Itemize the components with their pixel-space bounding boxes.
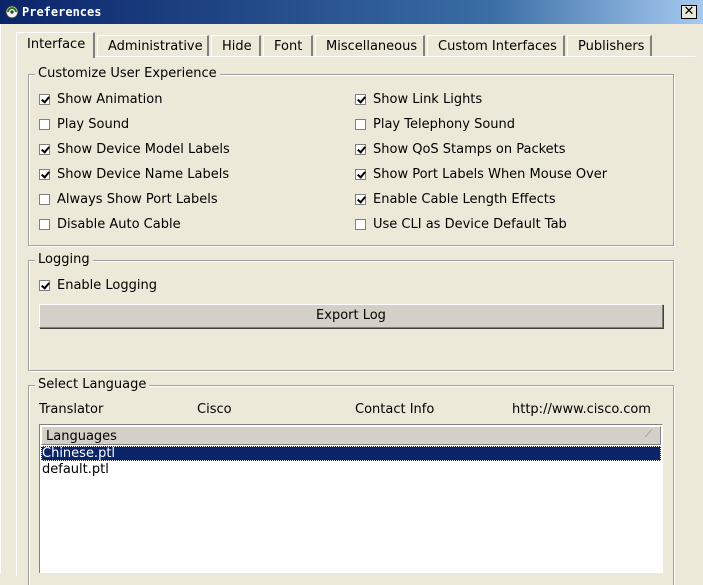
tab-administrative[interactable]: Administrative xyxy=(97,35,209,57)
tab-label: Administrative xyxy=(108,39,203,54)
checkbox-box[interactable] xyxy=(39,280,50,291)
languages-listbox[interactable]: Languages ⟋ Chinese.ptl default.ptl xyxy=(39,424,663,573)
checkbox-label: Play Telephony Sound xyxy=(373,117,516,132)
checkbox-box[interactable] xyxy=(355,194,366,205)
language-item-label: default.ptl xyxy=(42,462,109,477)
checkbox-box[interactable] xyxy=(39,119,50,130)
sort-icon: ⟋ xyxy=(645,429,652,440)
customize-group-title: Customize User Experience xyxy=(35,66,220,81)
checkbox-label: Show Device Name Labels xyxy=(57,167,230,182)
languages-column-header[interactable]: Languages ⟋ xyxy=(41,426,661,445)
close-button[interactable]: ✕ xyxy=(681,5,697,19)
tab-label: Font xyxy=(274,39,303,54)
checkbox-box[interactable] xyxy=(39,169,50,180)
checkbox-label: Show QoS Stamps on Packets xyxy=(373,142,566,157)
checkbox-box[interactable] xyxy=(39,219,50,230)
checkbox-box[interactable] xyxy=(39,194,50,205)
tab-label: Publishers xyxy=(578,39,645,54)
checkbox-label: Show Link Lights xyxy=(373,92,483,107)
contact-info-label: Contact Info xyxy=(355,402,435,417)
checkbox-label: Play Sound xyxy=(57,117,130,132)
title-bar: Preferences ✕ xyxy=(0,0,703,24)
translator-label: Translator xyxy=(39,402,104,417)
checkbox-box[interactable] xyxy=(39,94,50,105)
tab-publishers[interactable]: Publishers xyxy=(567,35,652,57)
languages-header-label: Languages xyxy=(46,429,117,444)
export-log-button[interactable]: Export Log xyxy=(39,304,663,328)
close-icon: ✕ xyxy=(683,4,695,19)
checkbox-box[interactable] xyxy=(39,144,50,155)
logging-group-title: Logging xyxy=(35,252,93,267)
checkbox-label: Show Port Labels When Mouse Over xyxy=(373,167,608,182)
checkbox-label: Show Animation xyxy=(57,92,163,107)
window-title: Preferences xyxy=(22,5,102,19)
tab-hide[interactable]: Hide xyxy=(211,35,261,57)
language-group-title: Select Language xyxy=(35,377,150,392)
tab-label: Interface xyxy=(27,37,86,52)
checkbox-label: Use CLI as Device Default Tab xyxy=(373,217,567,232)
tab-custom-interfaces[interactable]: Custom Interfaces xyxy=(427,35,565,57)
tab-font[interactable]: Font xyxy=(263,35,313,57)
checkbox-label: Show Device Model Labels xyxy=(57,142,230,157)
tab-interface[interactable]: Interface xyxy=(16,32,95,58)
checkbox-label: Enable Logging xyxy=(57,278,157,293)
contact-info-value: http://www.cisco.com xyxy=(512,402,651,417)
checkbox-label: Disable Auto Cable xyxy=(57,217,181,232)
checkbox-label: Always Show Port Labels xyxy=(57,192,218,207)
checkbox-label: Enable Cable Length Effects xyxy=(373,192,556,207)
tab-label: Miscellaneous xyxy=(326,39,418,54)
app-icon xyxy=(5,5,19,19)
tab-label: Hide xyxy=(222,39,252,54)
tab-miscellaneous[interactable]: Miscellaneous xyxy=(315,35,425,57)
checkbox-box[interactable] xyxy=(355,169,366,180)
language-item-label: Chinese.ptl xyxy=(42,446,116,461)
checkbox-box[interactable] xyxy=(355,219,366,230)
tab-label: Custom Interfaces xyxy=(438,39,557,54)
language-item-default[interactable]: default.ptl xyxy=(41,462,661,477)
language-item-chinese[interactable]: Chinese.ptl xyxy=(41,446,661,461)
checkbox-box[interactable] xyxy=(355,94,366,105)
translator-value: Cisco xyxy=(197,402,232,417)
checkbox-box[interactable] xyxy=(355,119,366,130)
checkbox-box[interactable] xyxy=(355,144,366,155)
export-log-label: Export Log xyxy=(316,308,386,323)
